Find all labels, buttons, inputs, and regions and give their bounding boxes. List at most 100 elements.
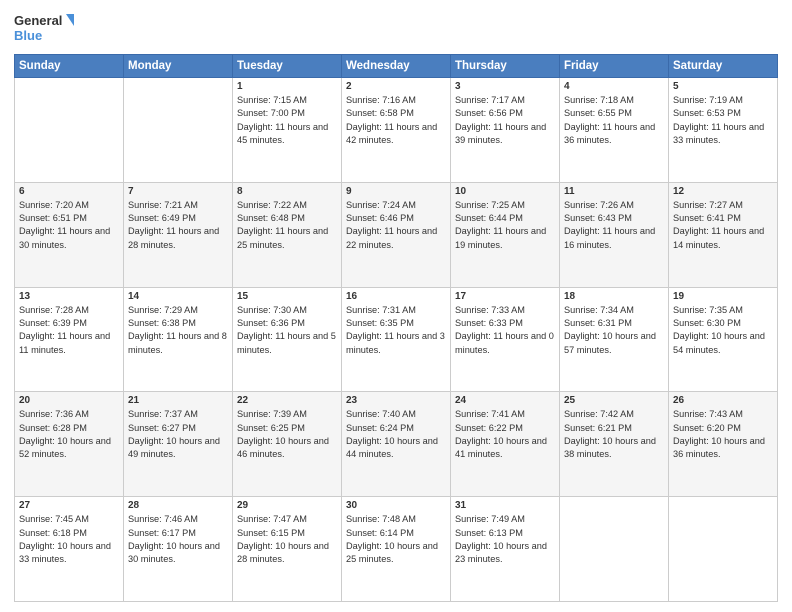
calendar-cell: 3 Sunrise: 7:17 AM Sunset: 6:56 PM Daylig…	[451, 78, 560, 183]
day-info: Sunrise: 7:20 AM Sunset: 6:51 PM Dayligh…	[19, 199, 119, 252]
day-number: 3	[455, 81, 555, 92]
day-info: Sunrise: 7:35 AM Sunset: 6:30 PM Dayligh…	[673, 304, 773, 357]
logo-svg: General Blue	[14, 10, 74, 46]
calendar-cell: 16 Sunrise: 7:31 AM Sunset: 6:35 PM Dayli…	[342, 287, 451, 392]
svg-text:Blue: Blue	[14, 28, 42, 43]
weekday-header-thursday: Thursday	[451, 55, 560, 78]
calendar-body: 1 Sunrise: 7:15 AM Sunset: 7:00 PM Daylig…	[15, 78, 778, 602]
day-number: 19	[673, 291, 773, 302]
day-info: Sunrise: 7:26 AM Sunset: 6:43 PM Dayligh…	[564, 199, 664, 252]
day-info: Sunrise: 7:48 AM Sunset: 6:14 PM Dayligh…	[346, 513, 446, 566]
day-number: 26	[673, 395, 773, 406]
day-info: Sunrise: 7:19 AM Sunset: 6:53 PM Dayligh…	[673, 94, 773, 147]
day-info: Sunrise: 7:49 AM Sunset: 6:13 PM Dayligh…	[455, 513, 555, 566]
calendar-cell: 12 Sunrise: 7:27 AM Sunset: 6:41 PM Dayli…	[669, 182, 778, 287]
calendar-page: General Blue SundayMondayTuesdayWednesda…	[0, 0, 792, 612]
calendar-cell: 8Sunrise: 7:22 AM Sunset: 6:48 PM Daylig…	[233, 182, 342, 287]
calendar-cell: 24 Sunrise: 7:41 AM Sunset: 6:22 PM Dayli…	[451, 392, 560, 497]
day-info: Sunrise: 7:37 AM Sunset: 6:27 PM Dayligh…	[128, 408, 228, 461]
calendar-cell: 7Sunrise: 7:21 AM Sunset: 6:49 PM Daylig…	[124, 182, 233, 287]
calendar-cell: 23 Sunrise: 7:40 AM Sunset: 6:24 PM Dayli…	[342, 392, 451, 497]
day-number: 29	[237, 500, 337, 511]
calendar-cell	[15, 78, 124, 183]
svg-text:General: General	[14, 13, 62, 28]
week-row-2: 6 Sunrise: 7:20 AM Sunset: 6:51 PM Daylig…	[15, 182, 778, 287]
day-info: Sunrise: 7:31 AM Sunset: 6:35 PM Dayligh…	[346, 304, 446, 357]
day-number: 2	[346, 81, 446, 92]
day-number: 16	[346, 291, 446, 302]
day-info: Sunrise: 7:40 AM Sunset: 6:24 PM Dayligh…	[346, 408, 446, 461]
day-number: 5	[673, 81, 773, 92]
calendar-cell: 21 Sunrise: 7:37 AM Sunset: 6:27 PM Dayli…	[124, 392, 233, 497]
week-row-3: 13Sunrise: 7:28 AM Sunset: 6:39 PM Dayli…	[15, 287, 778, 392]
calendar-cell	[669, 497, 778, 602]
day-info: Sunrise: 7:46 AM Sunset: 6:17 PM Dayligh…	[128, 513, 228, 566]
calendar-cell: 11 Sunrise: 7:26 AM Sunset: 6:43 PM Dayli…	[560, 182, 669, 287]
day-number: 15	[237, 291, 337, 302]
calendar-cell: 20Sunrise: 7:36 AM Sunset: 6:28 PM Dayli…	[15, 392, 124, 497]
day-number: 14	[128, 291, 228, 302]
weekday-header-saturday: Saturday	[669, 55, 778, 78]
week-row-4: 20Sunrise: 7:36 AM Sunset: 6:28 PM Dayli…	[15, 392, 778, 497]
day-number: 23	[346, 395, 446, 406]
calendar-cell: 17Sunrise: 7:33 AM Sunset: 6:33 PM Dayli…	[451, 287, 560, 392]
calendar-cell: 18 Sunrise: 7:34 AM Sunset: 6:31 PM Dayli…	[560, 287, 669, 392]
calendar-cell: 25 Sunrise: 7:42 AM Sunset: 6:21 PM Dayli…	[560, 392, 669, 497]
day-info: Sunrise: 7:22 AM Sunset: 6:48 PM Dayligh…	[237, 199, 337, 252]
calendar-cell: 26 Sunrise: 7:43 AM Sunset: 6:20 PM Dayli…	[669, 392, 778, 497]
day-info: Sunrise: 7:18 AM Sunset: 6:55 PM Dayligh…	[564, 94, 664, 147]
day-info: Sunrise: 7:42 AM Sunset: 6:21 PM Dayligh…	[564, 408, 664, 461]
weekday-header-monday: Monday	[124, 55, 233, 78]
calendar-cell: 27Sunrise: 7:45 AM Sunset: 6:18 PM Dayli…	[15, 497, 124, 602]
calendar-cell: 31 Sunrise: 7:49 AM Sunset: 6:13 PM Dayli…	[451, 497, 560, 602]
day-number: 6	[19, 186, 119, 197]
weekday-header-tuesday: Tuesday	[233, 55, 342, 78]
day-info: Sunrise: 7:43 AM Sunset: 6:20 PM Dayligh…	[673, 408, 773, 461]
day-number: 1	[237, 81, 337, 92]
day-info: Sunrise: 7:41 AM Sunset: 6:22 PM Dayligh…	[455, 408, 555, 461]
day-number: 31	[455, 500, 555, 511]
calendar-cell: 1 Sunrise: 7:15 AM Sunset: 7:00 PM Daylig…	[233, 78, 342, 183]
day-number: 12	[673, 186, 773, 197]
day-info: Sunrise: 7:47 AM Sunset: 6:15 PM Dayligh…	[237, 513, 337, 566]
calendar-cell: 9Sunrise: 7:24 AM Sunset: 6:46 PM Daylig…	[342, 182, 451, 287]
day-info: Sunrise: 7:27 AM Sunset: 6:41 PM Dayligh…	[673, 199, 773, 252]
day-info: Sunrise: 7:34 AM Sunset: 6:31 PM Dayligh…	[564, 304, 664, 357]
logo: General Blue	[14, 10, 74, 46]
day-info: Sunrise: 7:29 AM Sunset: 6:38 PM Dayligh…	[128, 304, 228, 357]
calendar-cell: 14 Sunrise: 7:29 AM Sunset: 6:38 PM Dayli…	[124, 287, 233, 392]
calendar-cell: 15 Sunrise: 7:30 AM Sunset: 6:36 PM Dayli…	[233, 287, 342, 392]
day-number: 27	[19, 500, 119, 511]
week-row-1: 1 Sunrise: 7:15 AM Sunset: 7:00 PM Daylig…	[15, 78, 778, 183]
day-info: Sunrise: 7:17 AM Sunset: 6:56 PM Dayligh…	[455, 94, 555, 147]
day-number: 25	[564, 395, 664, 406]
calendar-cell	[124, 78, 233, 183]
day-number: 28	[128, 500, 228, 511]
day-info: Sunrise: 7:15 AM Sunset: 7:00 PM Dayligh…	[237, 94, 337, 147]
weekday-header-sunday: Sunday	[15, 55, 124, 78]
day-info: Sunrise: 7:33 AM Sunset: 6:33 PM Dayligh…	[455, 304, 555, 357]
calendar-cell: 28 Sunrise: 7:46 AM Sunset: 6:17 PM Dayli…	[124, 497, 233, 602]
day-info: Sunrise: 7:21 AM Sunset: 6:49 PM Dayligh…	[128, 199, 228, 252]
day-info: Sunrise: 7:30 AM Sunset: 6:36 PM Dayligh…	[237, 304, 337, 357]
day-info: Sunrise: 7:39 AM Sunset: 6:25 PM Dayligh…	[237, 408, 337, 461]
calendar-cell: 13Sunrise: 7:28 AM Sunset: 6:39 PM Dayli…	[15, 287, 124, 392]
calendar-cell: 6 Sunrise: 7:20 AM Sunset: 6:51 PM Daylig…	[15, 182, 124, 287]
header: General Blue	[14, 10, 778, 46]
day-info: Sunrise: 7:28 AM Sunset: 6:39 PM Dayligh…	[19, 304, 119, 357]
calendar-cell: 19 Sunrise: 7:35 AM Sunset: 6:30 PM Dayli…	[669, 287, 778, 392]
calendar-cell: 5 Sunrise: 7:19 AM Sunset: 6:53 PM Daylig…	[669, 78, 778, 183]
calendar-table: SundayMondayTuesdayWednesdayThursdayFrid…	[14, 54, 778, 602]
week-row-5: 27Sunrise: 7:45 AM Sunset: 6:18 PM Dayli…	[15, 497, 778, 602]
day-number: 21	[128, 395, 228, 406]
day-info: Sunrise: 7:24 AM Sunset: 6:46 PM Dayligh…	[346, 199, 446, 252]
day-number: 24	[455, 395, 555, 406]
day-number: 11	[564, 186, 664, 197]
calendar-header: SundayMondayTuesdayWednesdayThursdayFrid…	[15, 55, 778, 78]
day-number: 4	[564, 81, 664, 92]
day-number: 18	[564, 291, 664, 302]
day-info: Sunrise: 7:16 AM Sunset: 6:58 PM Dayligh…	[346, 94, 446, 147]
calendar-cell: 10Sunrise: 7:25 AM Sunset: 6:44 PM Dayli…	[451, 182, 560, 287]
day-info: Sunrise: 7:36 AM Sunset: 6:28 PM Dayligh…	[19, 408, 119, 461]
weekday-header-friday: Friday	[560, 55, 669, 78]
